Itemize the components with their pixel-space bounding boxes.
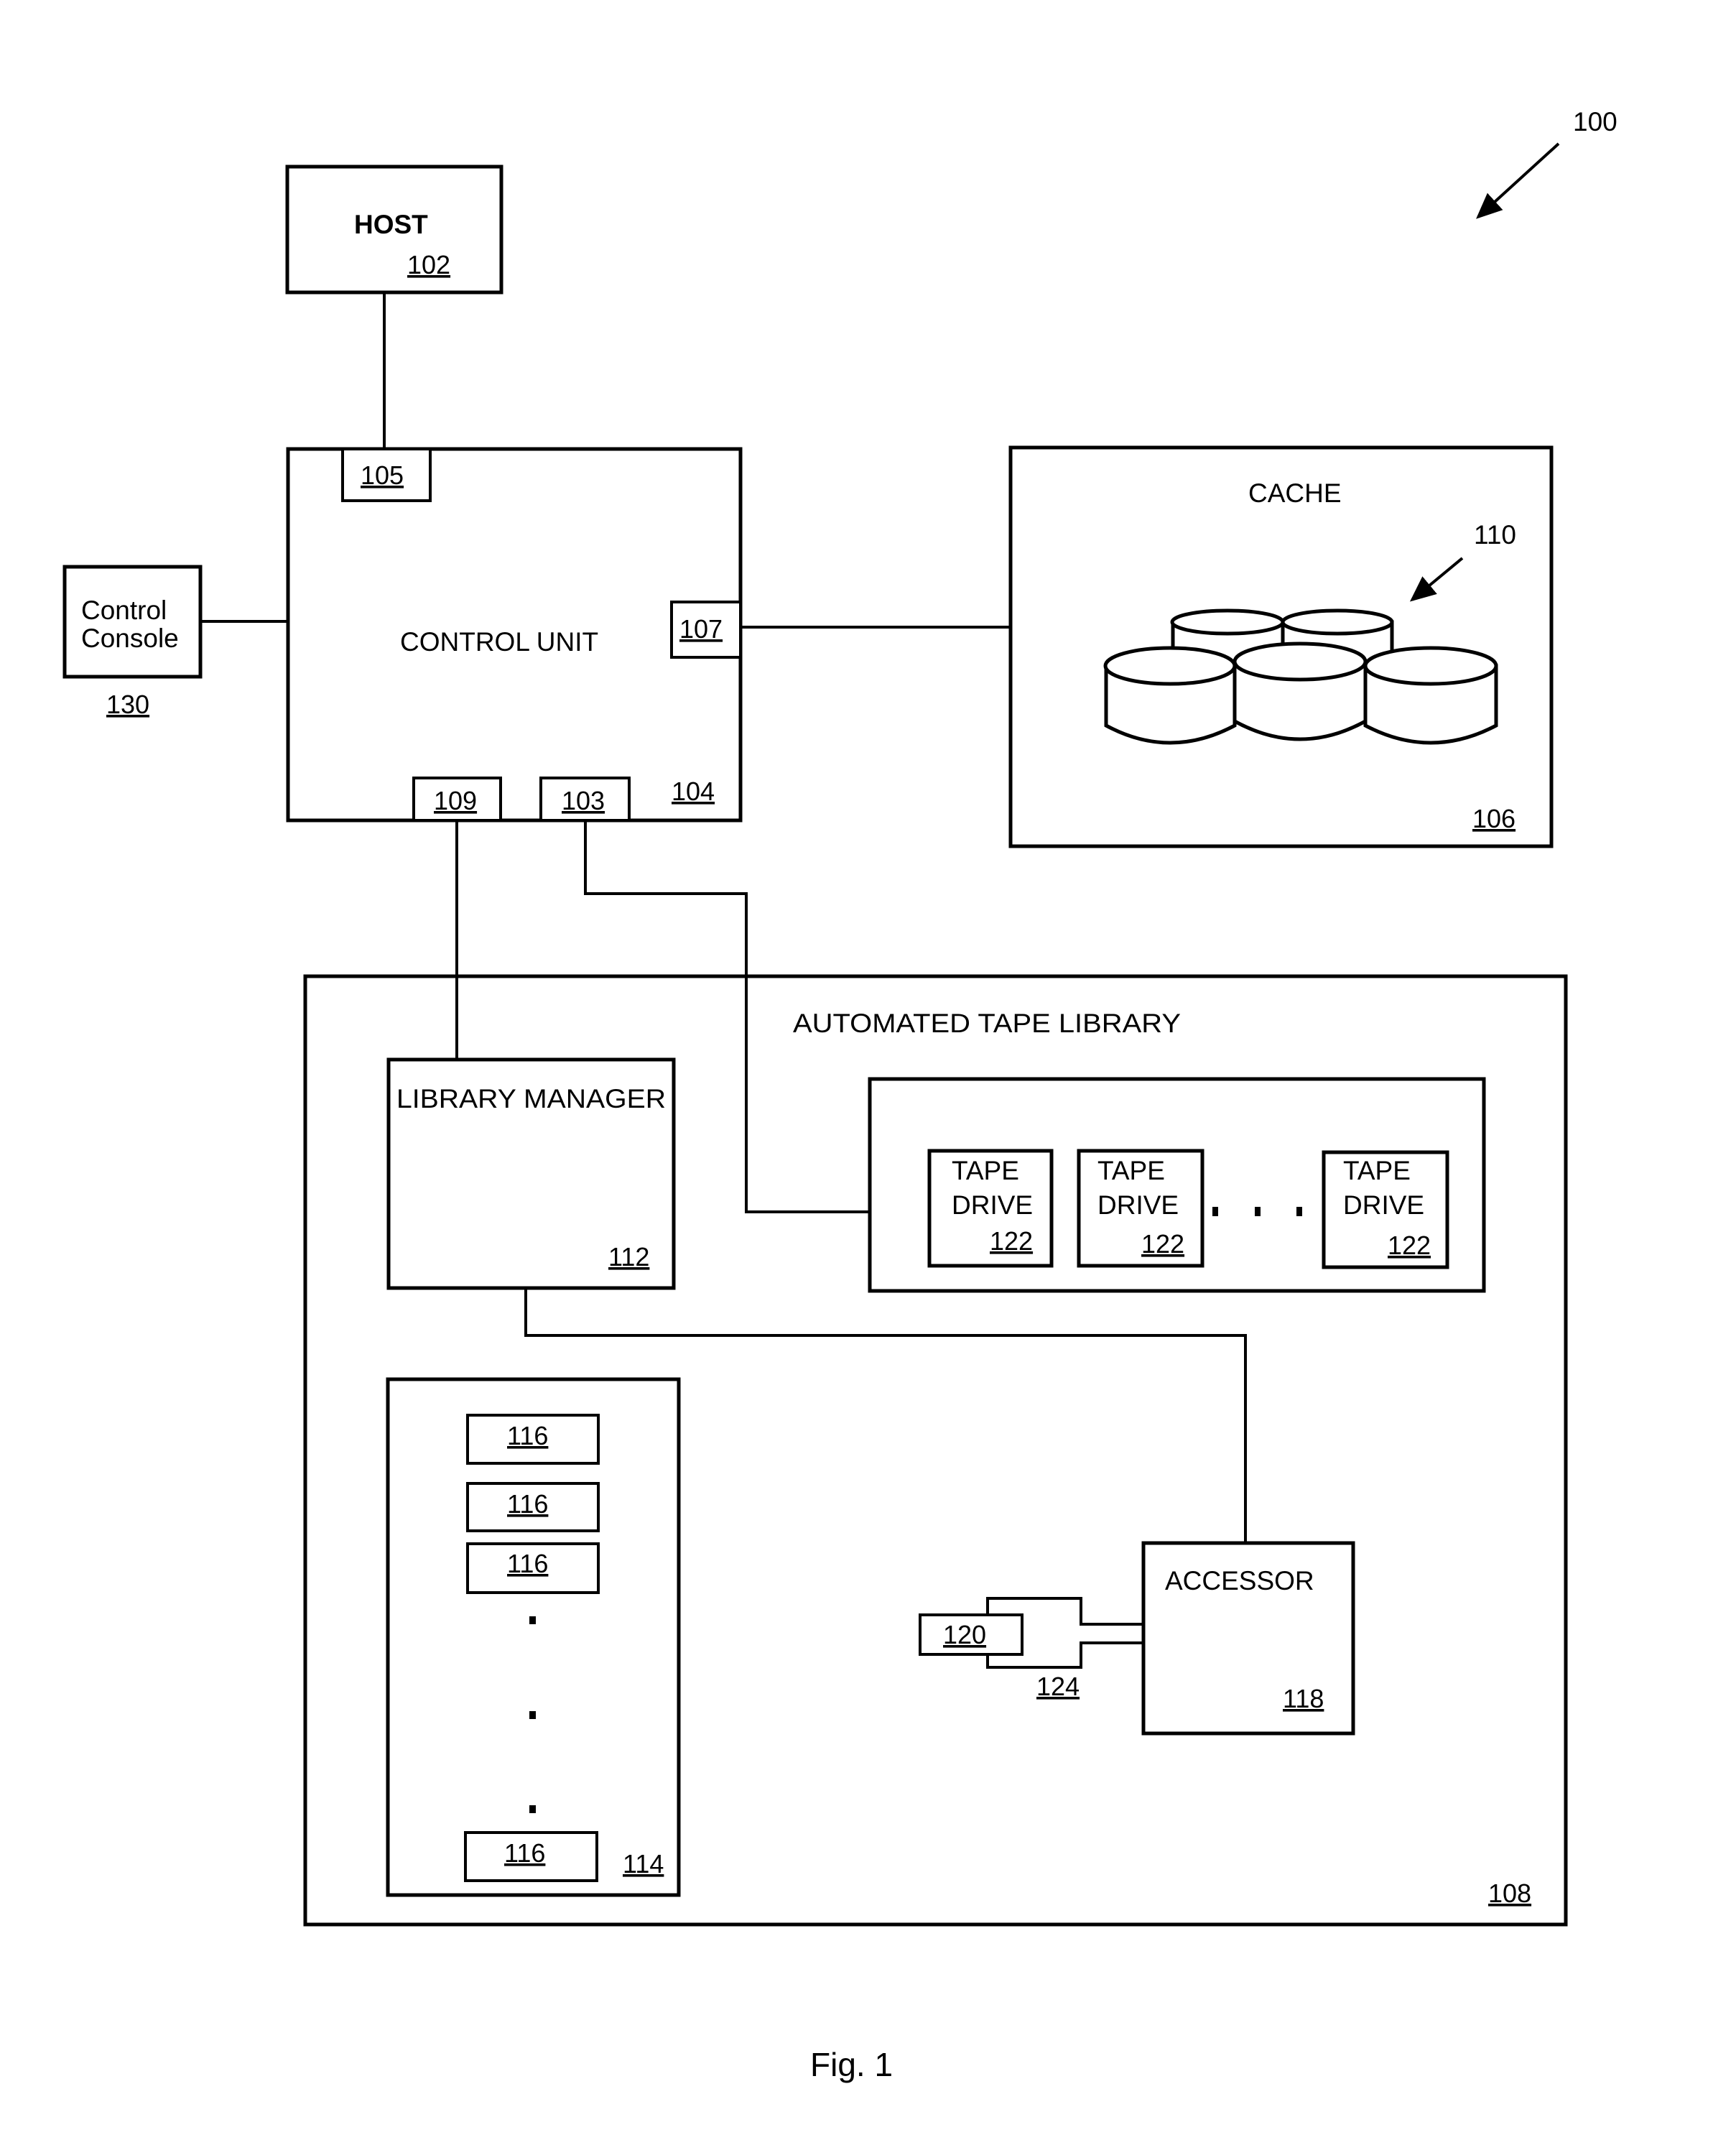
- cache-ref: 106: [1472, 804, 1515, 833]
- storage-slots-ref: 114: [623, 1849, 664, 1879]
- library-manager-port-ref: 109: [434, 786, 477, 815]
- control-unit-ref: 104: [672, 777, 715, 806]
- tape-drive-ref: 122: [1388, 1231, 1431, 1260]
- control-console-label-line2: Console: [81, 624, 179, 653]
- disk-icon: [1103, 646, 1237, 745]
- disk-array-ref: 110: [1474, 520, 1516, 550]
- control-unit-block[interactable]: CONTROL UNIT 104 105 107 109 103: [286, 447, 743, 823]
- storage-slots-block: 114 116 116 116 116: [386, 1377, 681, 1897]
- storage-slot[interactable]: 116: [466, 1482, 600, 1532]
- host-label: HOST: [354, 210, 428, 239]
- tape-drive[interactable]: TAPE DRIVE 122: [1077, 1149, 1204, 1268]
- cache-port-ref: 107: [679, 614, 723, 644]
- tape-drive-label-line2: DRIVE: [1097, 1190, 1179, 1220]
- storage-slot-ref: 116: [507, 1489, 548, 1519]
- tape-drive-label-line1: TAPE: [952, 1156, 1019, 1185]
- tape-drive-ref: 122: [990, 1226, 1033, 1256]
- tape-library-block[interactable]: AUTOMATED TAPE LIBRARY 108 LIBRARY MANAG…: [303, 974, 1568, 1927]
- tape-drive-label-line1: TAPE: [1097, 1156, 1165, 1185]
- control-console-label-line1: Control: [81, 596, 167, 625]
- library-manager-ref: 112: [608, 1242, 649, 1272]
- cache-block[interactable]: CACHE 106 110: [1008, 445, 1554, 848]
- system-ref-arrow-icon: [1476, 142, 1560, 219]
- storage-slot[interactable]: 116: [466, 1542, 600, 1594]
- port-109[interactable]: 109: [412, 777, 502, 822]
- gripper-ref: 124: [1036, 1672, 1080, 1701]
- tape-library-label: AUTOMATED TAPE LIBRARY: [793, 1009, 1181, 1038]
- host-ref: 102: [407, 250, 450, 279]
- tape-drive-label-line1: TAPE: [1343, 1156, 1411, 1185]
- storage-slot[interactable]: 116: [464, 1831, 598, 1882]
- system-ref-label: 100: [1573, 107, 1617, 136]
- port-107[interactable]: 107: [670, 601, 742, 659]
- storage-slot-ref: 116: [504, 1838, 545, 1868]
- control-unit-label: CONTROL UNIT: [400, 627, 598, 657]
- system-reference: 100: [1476, 107, 1617, 219]
- accessor-block[interactable]: ACCESSOR 118: [1141, 1541, 1355, 1736]
- host-port-ref: 105: [361, 460, 404, 490]
- control-console-block[interactable]: Control Console 130: [62, 565, 203, 719]
- storage-slot-ref: 116: [507, 1549, 548, 1578]
- accessor-ref: 118: [1283, 1684, 1324, 1713]
- control-console-ref: 130: [106, 690, 149, 719]
- cartridge-ref: 120: [943, 1620, 986, 1649]
- tape-library-ref: 108: [1488, 1879, 1531, 1908]
- tape-drive[interactable]: TAPE DRIVE 122: [1322, 1150, 1449, 1269]
- library-manager-label: LIBRARY MANAGER: [396, 1084, 666, 1113]
- tape-drive-label-line2: DRIVE: [952, 1190, 1033, 1220]
- patent-figure: 100 HOST 102 CONTROL UNIT 104 105 107 10…: [62, 107, 1617, 2083]
- library-manager-block[interactable]: LIBRARY MANAGER 112: [386, 1057, 676, 1290]
- host-block[interactable]: HOST 102: [285, 165, 503, 295]
- disk-icon: [1363, 646, 1498, 745]
- tape-drive-label-line2: DRIVE: [1343, 1190, 1424, 1220]
- port-103[interactable]: 103: [539, 777, 631, 822]
- storage-slot[interactable]: 116: [466, 1414, 600, 1465]
- tape-drive-ref: 122: [1141, 1229, 1184, 1259]
- tape-drive-port-ref: 103: [562, 786, 605, 815]
- tape-drive-group: TAPE DRIVE 122 TAPE DRIVE 122 TAPE DRIVE…: [868, 1077, 1486, 1293]
- port-105[interactable]: 105: [341, 448, 432, 502]
- accessor-label: ACCESSOR: [1165, 1566, 1314, 1595]
- storage-slot-ref: 116: [507, 1421, 548, 1450]
- disk-icon: [1233, 641, 1368, 741]
- cartridge-block[interactable]: 120: [919, 1613, 1024, 1656]
- cache-label: CACHE: [1248, 478, 1342, 508]
- figure-caption: Fig. 1: [810, 2046, 893, 2083]
- tape-drive[interactable]: TAPE DRIVE 122: [927, 1149, 1054, 1268]
